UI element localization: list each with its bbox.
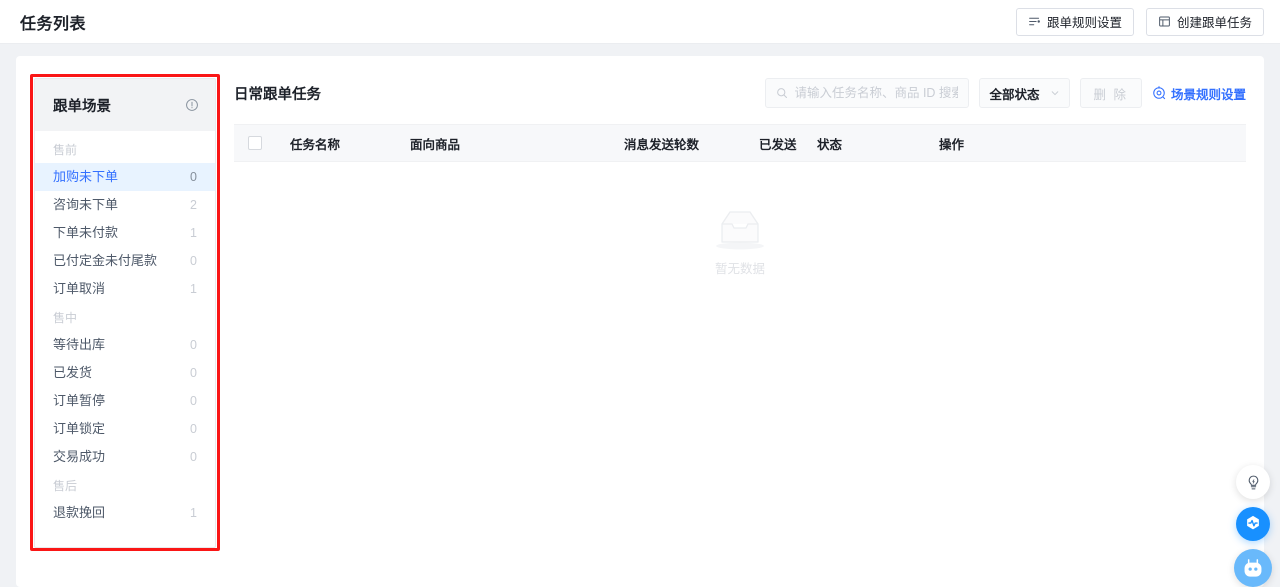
status-filter-label: 全部状态 [989,87,1040,102]
follow-rule-settings-label: 跟单规则设置 [1046,16,1122,30]
table-empty-state: 暂无数据 [234,162,1246,587]
sidebar-item-label: 已发货 [53,365,93,380]
scene-sidebar: 跟单场景 售前 加购未下单 0 咨询未下单 2 下单未付款 1 已付定金未付尾款… [34,78,216,548]
sidebar-item-count: 0 [190,254,197,268]
sidebar-item-xiadan-weifukuan[interactable]: 下单未付款 1 [35,219,215,247]
chevron-down-icon [1050,88,1060,98]
sidebar-item-count: 1 [190,226,197,240]
sidebar-item-label: 已付定金未付尾款 [53,253,158,268]
info-circle-icon[interactable] [185,98,199,112]
pulse-icon[interactable] [1236,507,1270,541]
sidebar-item-label: 咨询未下单 [53,197,119,212]
sidebar-item-count: 1 [190,506,197,520]
sidebar-item-yifahuo[interactable]: 已发货 0 [35,359,215,387]
sidebar-item-label: 加购未下单 [53,169,119,184]
sidebar-scene-list: 售前 加购未下单 0 咨询未下单 2 下单未付款 1 已付定金未付尾款 0 订单… [35,131,215,527]
search-icon [776,87,788,99]
content-card: 跟单场景 售前 加购未下单 0 咨询未下单 2 下单未付款 1 已付定金未付尾款… [16,56,1264,587]
empty-inbox-icon [708,204,772,254]
search-input[interactable] [794,86,959,100]
column-header-task-name: 任务名称 [290,137,341,152]
sidebar-item-dingdan-suoding[interactable]: 订单锁定 0 [35,415,215,443]
sidebar-item-label: 订单暂停 [53,393,106,408]
sidebar-item-dingdan-quxiao[interactable]: 订单取消 1 [35,275,215,303]
sidebar-item-count: 0 [190,422,197,436]
page-body: 跟单场景 售前 加购未下单 0 咨询未下单 2 下单未付款 1 已付定金未付尾款… [0,44,1280,587]
create-follow-task-button[interactable]: 创建跟单任务 [1145,7,1264,36]
sidebar-header: 跟单场景 [35,79,215,131]
sidebar-item-count: 0 [190,170,197,184]
main-title: 日常跟单任务 [234,86,321,103]
sidebar-item-count: 0 [190,394,197,408]
sidebar-group-label-presale: 售前 [53,143,78,157]
sidebar-item-jiagou-weixiadan[interactable]: 加购未下单 0 [35,163,215,191]
main-header: 日常跟单任务 全部状态 [234,78,1246,124]
sidebar-item-dingdan-zanting[interactable]: 订单暂停 0 [35,387,215,415]
robot-assistant-icon[interactable] [1234,549,1272,587]
sidebar-item-yifudingjin-weifuweikuan[interactable]: 已付定金未付尾款 0 [35,247,215,275]
column-header-operation: 操作 [939,137,965,152]
create-follow-task-label: 创建跟单任务 [1176,16,1252,30]
form-table-icon [1158,15,1171,28]
top-bar-actions: 跟单规则设置 创建跟单任务 [1015,7,1264,36]
sidebar-item-label: 订单取消 [53,281,106,296]
main-toolbar: 全部状态 删 除 [765,78,1246,108]
lightbulb-icon[interactable] [1236,465,1270,499]
follow-rule-settings-button[interactable]: 跟单规则设置 [1015,7,1134,36]
column-header-message-rounds: 消息发送轮数 [624,137,700,152]
sidebar-item-count: 0 [190,450,197,464]
sidebar-item-count: 1 [190,282,197,296]
select-all-checkbox[interactable] [248,136,262,150]
column-header-status: 状态 [817,137,843,152]
target-gear-icon [1152,86,1166,100]
scene-rule-settings-link[interactable]: 场景规则设置 [1152,84,1246,103]
sidebar-item-tuikuan-wanhui[interactable]: 退款挽回 1 [35,499,215,527]
sidebar-item-label: 退款挽回 [53,505,106,520]
sidebar-item-label: 下单未付款 [53,225,119,240]
table-header-row: 任务名称 面向商品 消息发送轮数 已发送 状态 操作 [234,124,1246,162]
status-filter-select[interactable]: 全部状态 [979,78,1070,108]
search-input-wrapper[interactable] [765,78,970,108]
sidebar-item-dengdai-chuku[interactable]: 等待出库 0 [35,331,215,359]
floating-action-group [1234,465,1272,587]
sliders-icon [1028,15,1041,28]
column-header-sent: 已发送 [759,137,797,152]
sidebar-group-label-aftersale: 售后 [53,479,78,493]
sidebar-item-label: 订单锁定 [53,421,106,436]
empty-state-text: 暂无数据 [714,262,765,276]
sidebar-item-label: 等待出库 [53,337,106,352]
main-panel: 日常跟单任务 全部状态 [234,78,1246,587]
sidebar-item-count: 0 [190,366,197,380]
page-title: 任务列表 [20,15,87,33]
column-header-target-product: 面向商品 [410,137,461,152]
sidebar-group-label-insale: 售中 [53,311,78,325]
sidebar-container: 跟单场景 售前 加购未下单 0 咨询未下单 2 下单未付款 1 已付定金未付尾款… [30,74,220,587]
sidebar-item-count: 2 [190,198,197,212]
sidebar-item-zixun-weixiadan[interactable]: 咨询未下单 2 [35,191,215,219]
sidebar-item-jiaoyi-chenggong[interactable]: 交易成功 0 [35,443,215,471]
sidebar-item-label: 交易成功 [53,449,106,464]
sidebar-item-count: 0 [190,338,197,352]
scene-rule-settings-label: 场景规则设置 [1170,87,1246,102]
top-bar: 任务列表 跟单规则设置 创建跟单任务 [0,0,1280,44]
delete-button[interactable]: 删 除 [1079,78,1142,108]
sidebar-title: 跟单场景 [53,98,111,115]
